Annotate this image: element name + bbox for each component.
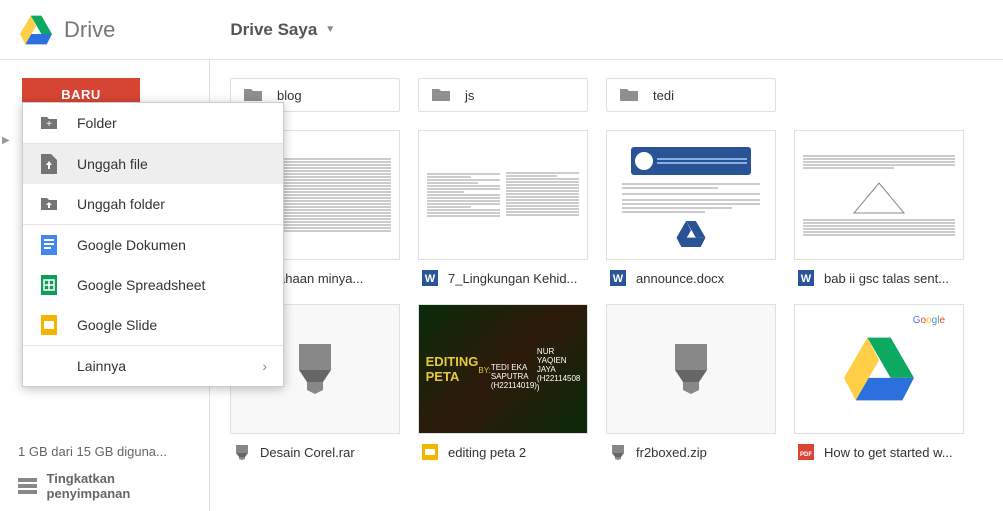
archive-icon [234, 444, 250, 460]
word-icon: W [798, 270, 814, 286]
folder-item[interactable]: js [418, 78, 588, 112]
chevron-right-icon: › [262, 358, 267, 374]
file-thumb [606, 130, 776, 260]
menu-more[interactable]: Lainnya › [23, 346, 283, 386]
file-name: bab ii gsc talas sent... [824, 271, 949, 286]
file-item[interactable]: fr2boxed.zip [606, 304, 776, 460]
word-icon: W [422, 270, 438, 286]
svg-text:PDF: PDF [800, 452, 812, 458]
menu-upload-file[interactable]: Unggah file [23, 144, 283, 184]
svg-text:W: W [801, 273, 812, 285]
menu-docs-label: Google Dokumen [77, 237, 186, 253]
file-name: How to get started w... [824, 445, 953, 460]
new-menu: + Folder Unggah file Unggah folder Googl… [22, 102, 284, 387]
file-item[interactable]: Wannounce.docx [606, 130, 776, 286]
archive-icon [295, 344, 335, 394]
menu-slides[interactable]: Google Slide [23, 305, 283, 345]
file-row: Wrusahaan minya... W7_Lingkungan Kehid..… [230, 130, 983, 286]
folder-label: tedi [653, 88, 674, 103]
file-name: editing peta 2 [448, 445, 526, 460]
file-thumb: EDITING PETA BY: TEDI EKA SAPUTRA (H2211… [418, 304, 588, 434]
header: Drive Drive Saya ▼ [0, 0, 1003, 60]
folder-icon [431, 85, 451, 105]
dropdown-arrow-icon: ▼ [325, 24, 335, 35]
menu-folder-label: Folder [77, 115, 117, 131]
my-drive-dropdown[interactable]: Drive Saya ▼ [230, 20, 335, 40]
storage-section: 1 GB dari 15 GB diguna... Tingkatkan pen… [0, 444, 209, 511]
pdf-icon: PDF [798, 444, 814, 460]
drive-icon [844, 334, 914, 404]
file-row: Desain Corel.rar EDITING PETA BY: TEDI E… [230, 304, 983, 460]
svg-text:W: W [425, 273, 436, 285]
folder-icon [619, 85, 639, 105]
file-thumb [794, 130, 964, 260]
app-name: Drive [64, 17, 115, 43]
file-name: 7_Lingkungan Kehid... [448, 271, 577, 286]
file-name: announce.docx [636, 271, 724, 286]
storage-icon [18, 478, 37, 494]
menu-folder[interactable]: + Folder [23, 103, 283, 143]
file-thumb [418, 130, 588, 260]
my-drive-label: Drive Saya [230, 20, 317, 40]
slides-icon [39, 315, 59, 335]
menu-slides-label: Google Slide [77, 317, 157, 333]
file-upload-icon [39, 154, 59, 174]
content: BARU ▶ 1 GB dari 15 GB diguna... Tingkat… [0, 60, 1003, 511]
slides-icon [422, 444, 438, 460]
file-thumb: Google [794, 304, 964, 434]
menu-upload-folder-label: Unggah folder [77, 196, 165, 212]
drive-logo[interactable]: Drive [20, 14, 115, 46]
file-grid: blog js tedi Wrusahaan minya... [210, 60, 1003, 511]
menu-docs[interactable]: Google Dokumen [23, 225, 283, 265]
drive-icon [20, 14, 52, 46]
archive-icon [610, 444, 626, 460]
folder-upload-icon [39, 194, 59, 214]
menu-more-label: Lainnya [77, 358, 126, 374]
storage-used: 1 GB dari 15 GB diguna... [18, 444, 167, 459]
upgrade-storage[interactable]: Tingkatkan penyimpanan [18, 471, 191, 501]
folder-label: blog [277, 88, 302, 103]
google-text: Google [913, 315, 945, 326]
folder-add-icon: + [39, 113, 59, 133]
file-item[interactable]: Wbab ii gsc talas sent... [794, 130, 964, 286]
file-item[interactable]: EDITING PETA BY: TEDI EKA SAPUTRA (H2211… [418, 304, 588, 460]
file-name: fr2boxed.zip [636, 445, 707, 460]
file-item[interactable]: Google PDF How to get started w... [794, 304, 964, 460]
archive-icon [671, 344, 711, 394]
file-item[interactable]: W 7_Lingkungan Kehid... [418, 130, 588, 286]
expand-arrow-icon[interactable]: ▶ [2, 135, 10, 146]
menu-sheets[interactable]: Google Spreadsheet [23, 265, 283, 305]
sheets-icon [39, 275, 59, 295]
svg-text:W: W [613, 273, 624, 285]
upgrade-label: Tingkatkan penyimpanan [47, 471, 191, 501]
menu-upload-folder[interactable]: Unggah folder [23, 184, 283, 224]
word-icon: W [610, 270, 626, 286]
menu-sheets-label: Google Spreadsheet [77, 277, 205, 293]
file-thumb [606, 304, 776, 434]
folder-label: js [465, 88, 474, 103]
svg-text:+: + [46, 119, 52, 130]
file-name: Desain Corel.rar [260, 445, 355, 460]
docs-icon [39, 235, 59, 255]
folder-row: blog js tedi [230, 78, 983, 112]
folder-item[interactable]: tedi [606, 78, 776, 112]
menu-upload-file-label: Unggah file [77, 156, 148, 172]
